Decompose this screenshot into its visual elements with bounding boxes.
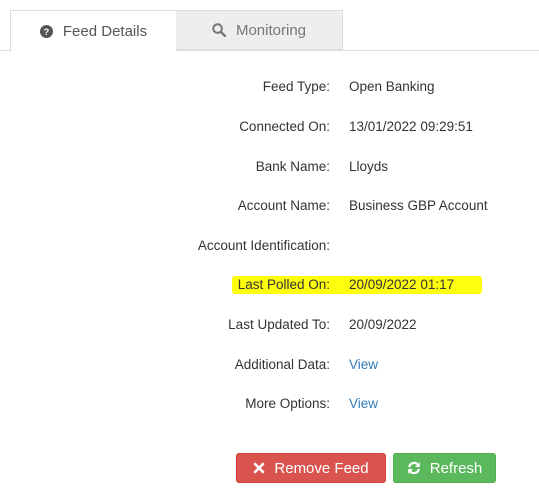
times-icon [253,462,265,474]
account-identification-label: Account Identification: [197,238,330,253]
detail-row-bank-name: Bank Name: Lloyds [0,159,539,179]
additional-data-view-link[interactable]: View [349,357,378,372]
feed-type-label: Feed Type: [262,79,330,94]
refresh-label: Refresh [429,459,483,477]
detail-row-more-options: More Options: View [0,396,539,416]
tab-feed-details[interactable]: ? Feed Details [10,10,177,52]
connected-on-label: Connected On: [239,119,330,134]
search-icon [212,23,226,37]
detail-row-last-polled-on: Last Polled On: 20/09/2022 01:17 [0,277,539,297]
more-options-view-link[interactable]: View [349,396,378,411]
connected-on-value: 13/01/2022 09:29:51 [349,119,473,134]
detail-row-additional-data: Additional Data: View [0,357,539,377]
last-polled-on-label: Last Polled On: [237,277,330,292]
svg-text:?: ? [44,26,50,36]
last-polled-on-value: 20/09/2022 01:17 [349,277,455,292]
detail-row-last-updated-to: Last Updated To: 20/09/2022 [0,317,539,337]
tab-monitoring[interactable]: Monitoring [176,10,343,50]
remove-feed-label: Remove Feed [274,459,369,477]
tab-bar: ? Feed Details Monitoring [0,0,539,52]
bank-name-label: Bank Name: [255,159,330,174]
detail-row-account-identification: Account Identification: [0,238,539,258]
tab-feed-details-label: Feed Details [62,22,148,40]
more-options-label: More Options: [245,396,330,411]
question-circle-icon: ? [39,24,53,38]
bank-name-value: Lloyds [349,159,389,174]
last-updated-to-label: Last Updated To: [228,317,330,332]
detail-row-account-name: Account Name: Business GBP Account [0,198,539,218]
detail-row-connected-on: Connected On: 13/01/2022 09:29:51 [0,119,539,139]
detail-row-feed-type: Feed Type: Open Banking [0,79,539,99]
additional-data-label: Additional Data: [234,357,330,372]
remove-feed-button[interactable]: Remove Feed [236,453,386,483]
feed-type-value: Open Banking [349,79,435,94]
tab-monitoring-label: Monitoring [235,21,307,39]
account-name-label: Account Name: [237,198,330,213]
refresh-icon [407,461,421,475]
last-updated-to-value: 20/09/2022 [349,317,417,332]
refresh-button[interactable]: Refresh [393,453,496,483]
account-name-value: Business GBP Account [349,198,488,213]
